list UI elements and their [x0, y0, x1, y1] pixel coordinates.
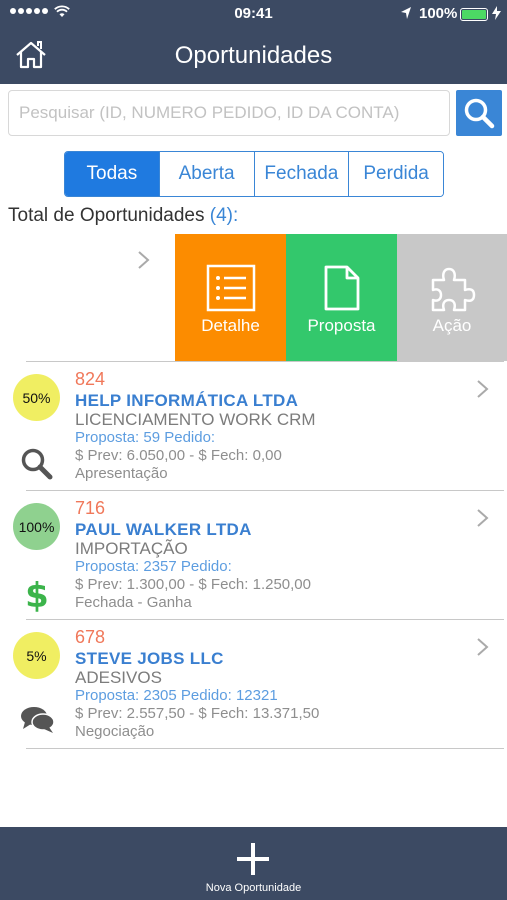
acao-action-button[interactable]: Ação — [397, 234, 507, 361]
battery-percent: 100% — [419, 5, 458, 22]
row-separator — [26, 748, 504, 749]
search-icon — [21, 448, 53, 480]
values-info: $ Prev: 1.300,00 - $ Fech: 1.250,00 — [75, 576, 311, 593]
search-input[interactable] — [8, 90, 450, 136]
values-info: $ Prev: 2.557,50 - $ Fech: 13.371,50 — [75, 705, 320, 722]
bottom-bar: Nova Oportunidade — [0, 827, 507, 900]
opportunity-row[interactable]: 5% 678 STEVE JOBS LLC ADESIVOS Proposta:… — [0, 620, 507, 748]
stage-label: Negociação — [75, 723, 155, 740]
company-name: PAUL WALKER LTDA — [75, 520, 252, 539]
stage-label: Fechada - Ganha — [75, 594, 192, 611]
puzzle-icon — [431, 267, 476, 312]
page-title: Oportunidades — [174, 42, 333, 69]
charging-bolt-icon — [492, 6, 501, 20]
status-filter: Todas Aberta Fechada Perdida — [64, 151, 444, 197]
opportunity-id: 716 — [75, 498, 106, 518]
chevron-right-icon[interactable] — [476, 637, 490, 657]
list-icon — [206, 264, 255, 312]
chat-bubbles-icon — [21, 707, 55, 733]
detalhe-action-button[interactable]: Detalhe — [175, 234, 286, 361]
opportunities-total: Total de Oportunidades (4): — [8, 205, 238, 227]
document-icon — [324, 265, 359, 311]
company-name: STEVE JOBS LLC — [75, 649, 224, 668]
navigation-bar: Oportunidades — [0, 28, 507, 84]
filter-aberta[interactable]: Aberta — [159, 152, 255, 196]
chevron-right-icon[interactable] — [476, 508, 490, 528]
opportunity-id: 824 — [75, 369, 106, 389]
product-name: ADESIVOS — [75, 668, 162, 687]
product-name: IMPORTAÇÃO — [75, 539, 188, 558]
filter-todas[interactable]: Todas — [65, 152, 160, 196]
opportunity-row[interactable]: 50% 824 HELP INFORMÁTICA LTDA LICENCIAME… — [0, 362, 507, 490]
probability-badge: 5% — [13, 632, 60, 679]
probability-badge: 100% — [13, 503, 60, 550]
proposta-label: Proposta — [307, 316, 376, 335]
new-opportunity-label: Nova Oportunidade — [205, 882, 302, 894]
total-count: (4): — [209, 205, 239, 226]
chevron-right-icon[interactable] — [476, 379, 490, 399]
company-name: HELP INFORMÁTICA LTDA — [75, 391, 299, 410]
status-bar: 09:41 100% — [0, 0, 507, 28]
svg-text:$: $ — [25, 576, 49, 612]
probability-badge: 50% — [13, 374, 60, 421]
proposal-info: Proposta: 2357 Pedido: — [75, 558, 232, 575]
opportunity-row[interactable]: 100% $ 716 PAUL WALKER LTDA IMPORTAÇÃO P… — [0, 491, 507, 619]
product-name: LICENCIAMENTO WORK CRM — [75, 410, 316, 429]
proposal-info: Proposta: 59 Pedido: — [75, 429, 216, 446]
filter-fechada[interactable]: Fechada — [254, 152, 350, 196]
battery-icon — [460, 8, 488, 21]
total-label: Total de Oportunidades — [8, 205, 205, 226]
acao-label: Ação — [432, 316, 472, 335]
search-button[interactable] — [456, 90, 502, 136]
proposal-info: Proposta: 2305 Pedido: 12321 — [75, 687, 278, 704]
filter-perdida[interactable]: Perdida — [349, 152, 443, 196]
plus-icon — [237, 843, 269, 875]
proposta-action-button[interactable]: Proposta — [286, 234, 397, 361]
opportunity-id: 678 — [75, 627, 106, 647]
dollar-icon: $ — [25, 576, 49, 612]
detalhe-label: Detalhe — [201, 316, 260, 335]
chevron-right-icon[interactable] — [137, 250, 151, 270]
search-icon — [464, 98, 495, 129]
stage-label: Apresentação — [75, 465, 168, 482]
location-arrow-icon — [401, 7, 411, 19]
values-info: $ Prev: 6.050,00 - $ Fech: 0,00 — [75, 447, 282, 464]
